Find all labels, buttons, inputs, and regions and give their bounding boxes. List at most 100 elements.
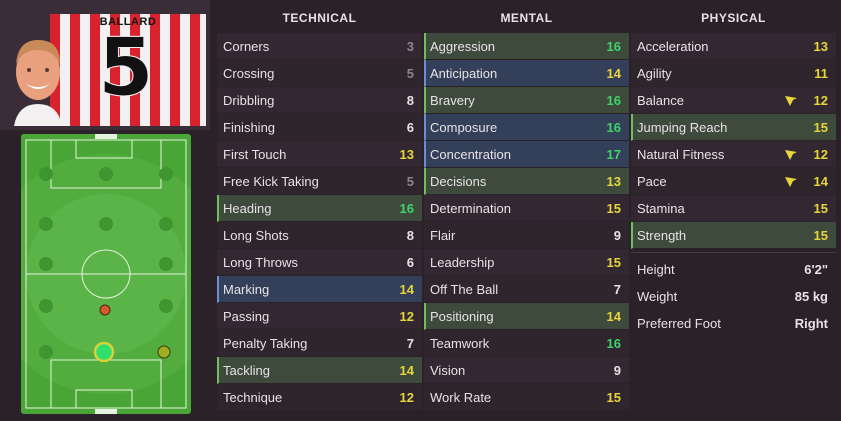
attr-row-flair[interactable]: Flair 9 — [424, 222, 629, 249]
info-divider — [631, 252, 836, 253]
info-label: Weight — [637, 289, 678, 304]
attr-row-aggression[interactable]: Aggression 16 — [424, 33, 629, 60]
attr-row-vision[interactable]: Vision 9 — [424, 357, 629, 384]
attr-value: 15 — [813, 201, 828, 216]
attr-row-decisions[interactable]: Decisions 13 — [424, 168, 629, 195]
technical-attributes: Corners 3 Crossing 5 Dribbling 8 Finishing 6… — [217, 33, 422, 411]
position-pitch — [17, 130, 195, 417]
attr-value: 14 — [399, 282, 414, 297]
attr-label: Stamina — [637, 201, 685, 216]
attr-row-jumping-reach[interactable]: Jumping Reach 15 — [631, 114, 836, 141]
attr-value: 12 — [813, 93, 828, 108]
attr-row-strength[interactable]: Strength 15 — [631, 222, 836, 249]
attr-value: 8 — [406, 228, 414, 243]
attr-row-penalty-taking[interactable]: Penalty Taking 7 — [217, 330, 422, 357]
attr-label: Concentration — [430, 147, 511, 162]
attr-value: 14 — [399, 363, 414, 378]
attr-label: Acceleration — [637, 39, 709, 54]
trend-up-arrow-icon — [785, 150, 797, 160]
attr-value: 15 — [606, 201, 621, 216]
attr-value: 13 — [813, 39, 828, 54]
attr-row-marking[interactable]: Marking 14 — [217, 276, 422, 303]
attr-label: Agility — [637, 66, 672, 81]
attr-row-acceleration[interactable]: Acceleration 13 — [631, 33, 836, 60]
player-info: Height 6'2" Weight 85 kg Preferred Foot Rig… — [631, 256, 836, 337]
attr-value: 17 — [606, 147, 621, 162]
trend-up-arrow-icon — [785, 96, 797, 106]
attr-row-free-kick-taking[interactable]: Free Kick Taking 5 — [217, 168, 422, 195]
attr-row-bravery[interactable]: Bravery 16 — [424, 87, 629, 114]
player-photo-panel: BALLARD 5 — [0, 0, 210, 130]
attr-row-corners[interactable]: Corners 3 — [217, 33, 422, 60]
attr-row-stamina[interactable]: Stamina 15 — [631, 195, 836, 222]
attr-row-natural-fitness[interactable]: Natural Fitness 12 — [631, 141, 836, 168]
attr-row-composure[interactable]: Composure 16 — [424, 114, 629, 141]
attr-row-technique[interactable]: Technique 12 — [217, 384, 422, 411]
attr-value: 15 — [813, 120, 828, 135]
attr-value: 13 — [399, 147, 414, 162]
attr-label: Flair — [430, 228, 456, 243]
trend-up-arrow-icon — [785, 177, 797, 187]
physical-attributes: Acceleration 13 Agility 11 Balance 12 Jump… — [631, 33, 836, 249]
attr-label: Tackling — [223, 363, 270, 378]
physical-header: PHYSICAL — [701, 11, 766, 25]
attr-value: 8 — [406, 93, 414, 108]
attr-row-anticipation[interactable]: Anticipation 14 — [424, 60, 629, 87]
attr-value: 12 — [399, 390, 414, 405]
attr-row-off-the-ball[interactable]: Off The Ball 7 — [424, 276, 629, 303]
position-dot-dc — [93, 341, 115, 363]
attr-row-balance[interactable]: Balance 12 — [631, 87, 836, 114]
player-avatar — [14, 40, 62, 126]
attr-row-concentration[interactable]: Concentration 17 — [424, 141, 629, 168]
attr-row-first-touch[interactable]: First Touch 13 — [217, 141, 422, 168]
attr-row-teamwork[interactable]: Teamwork 16 — [424, 330, 629, 357]
attr-value: 6 — [406, 120, 414, 135]
position-dot-dm — [99, 304, 111, 316]
attr-row-passing[interactable]: Passing 12 — [217, 303, 422, 330]
attr-value: 11 — [814, 66, 828, 81]
attr-label: Heading — [223, 201, 272, 216]
attr-row-crossing[interactable]: Crossing 5 — [217, 60, 422, 87]
info-value: 6'2" — [804, 262, 828, 277]
attr-label: Strength — [637, 228, 687, 243]
info-row-weight: Weight 85 kg — [631, 283, 836, 310]
attr-row-heading[interactable]: Heading 16 — [217, 195, 422, 222]
attr-label: Aggression — [430, 39, 496, 54]
attr-row-determination[interactable]: Determination 15 — [424, 195, 629, 222]
attr-row-finishing[interactable]: Finishing 6 — [217, 114, 422, 141]
attr-row-dribbling[interactable]: Dribbling 8 — [217, 87, 422, 114]
attr-row-pace[interactable]: Pace 14 — [631, 168, 836, 195]
attr-value: 15 — [606, 390, 621, 405]
attr-label: Long Shots — [223, 228, 289, 243]
attr-value: 12 — [813, 147, 828, 162]
attr-row-agility[interactable]: Agility 11 — [631, 60, 836, 87]
attr-label: Crossing — [223, 66, 275, 81]
attr-row-work-rate[interactable]: Work Rate 15 — [424, 384, 629, 411]
attr-label: Pace — [637, 174, 667, 189]
attr-value: 16 — [606, 120, 621, 135]
attr-value: 16 — [606, 93, 621, 108]
attr-row-positioning[interactable]: Positioning 14 — [424, 303, 629, 330]
attr-label: Dribbling — [223, 93, 275, 108]
attr-row-long-shots[interactable]: Long Shots 8 — [217, 222, 422, 249]
attr-row-tackling[interactable]: Tackling 14 — [217, 357, 422, 384]
info-label: Preferred Foot — [637, 316, 721, 331]
attr-value: 16 — [606, 39, 621, 54]
mental-header: MENTAL — [500, 11, 553, 25]
attr-value: 14 — [606, 66, 621, 81]
attr-label: Decisions — [430, 174, 487, 189]
attr-row-long-throws[interactable]: Long Throws 6 — [217, 249, 422, 276]
attr-label: Composure — [430, 120, 498, 135]
attr-label: Corners — [223, 39, 270, 54]
attr-label: Bravery — [430, 93, 475, 108]
attr-value: 9 — [613, 363, 621, 378]
attr-row-leadership[interactable]: Leadership 15 — [424, 249, 629, 276]
attr-value: 16 — [606, 336, 621, 351]
info-value: Right — [794, 316, 828, 331]
attr-label: Determination — [430, 201, 511, 216]
technical-header: TECHNICAL — [282, 11, 357, 25]
attr-label: Positioning — [430, 309, 494, 324]
attr-label: Jumping Reach — [637, 120, 728, 135]
attr-value: 3 — [406, 39, 414, 54]
attr-label: Vision — [430, 363, 466, 378]
